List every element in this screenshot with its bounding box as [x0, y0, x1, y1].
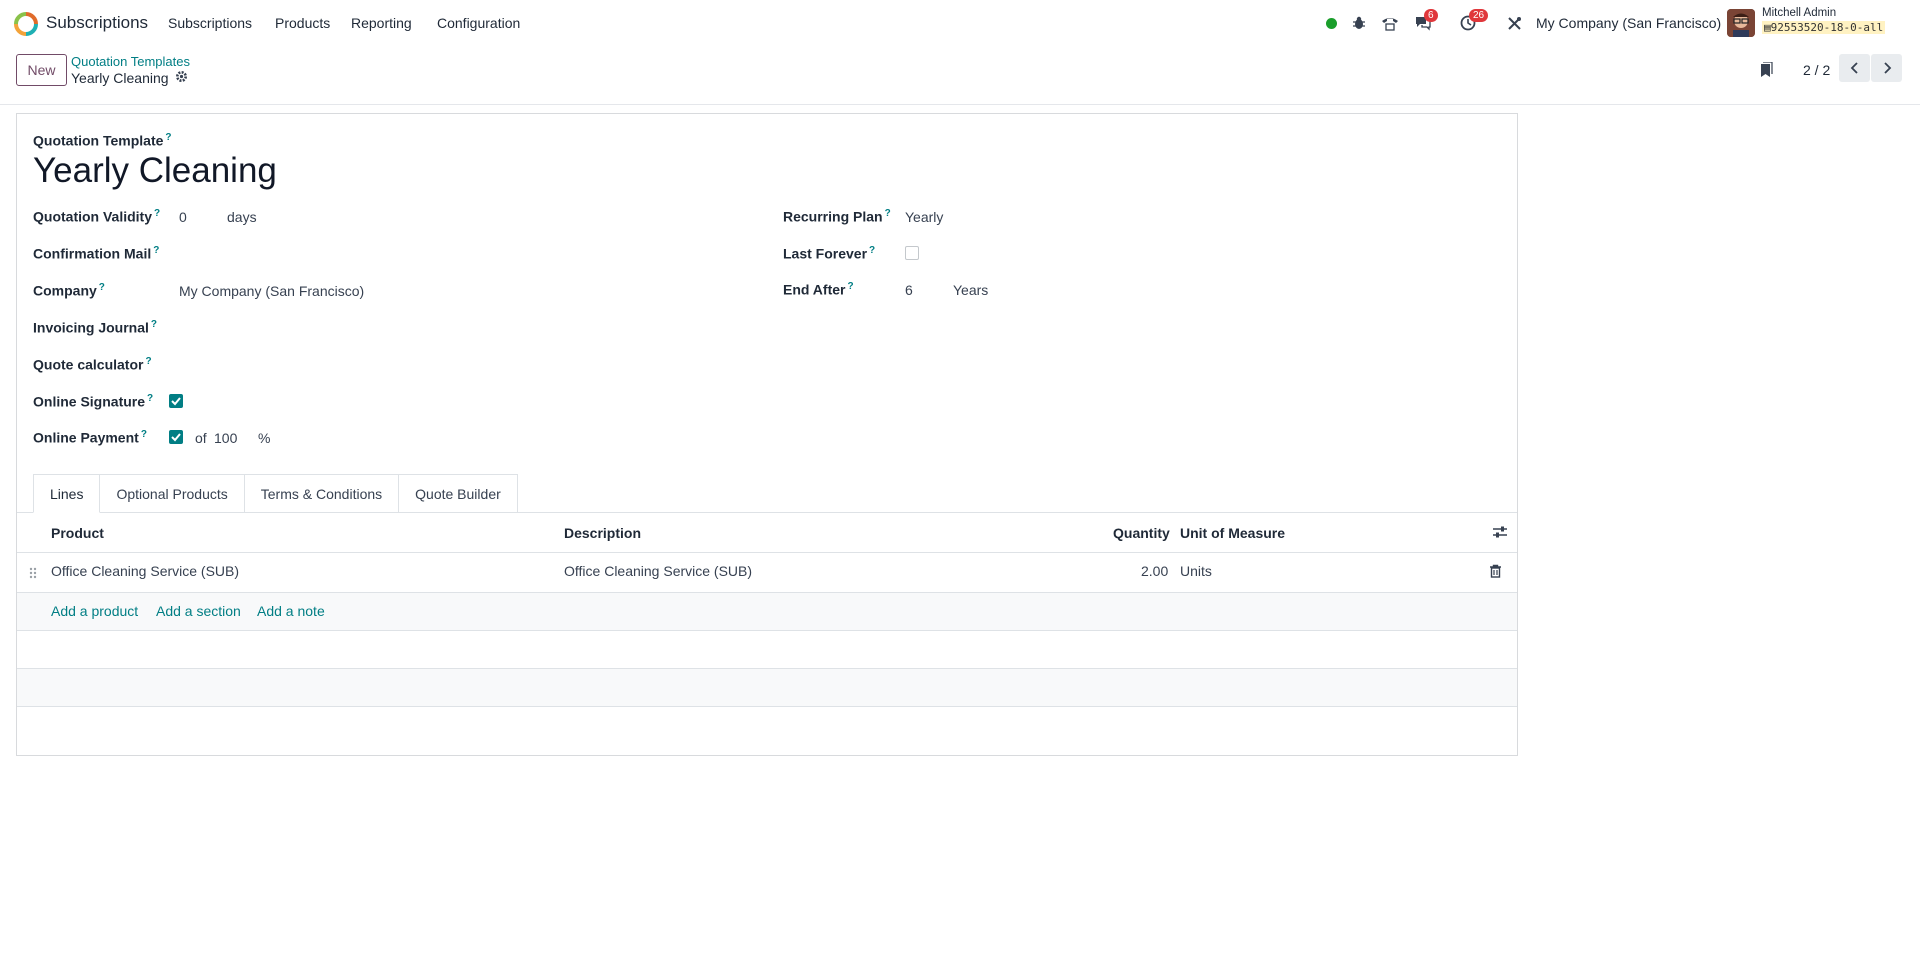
activity-badge: 26 — [1469, 9, 1489, 22]
add-line-row — [17, 593, 1517, 630]
record-name: Yearly Cleaning — [71, 70, 169, 86]
optional-columns-icon[interactable] — [1492, 525, 1508, 542]
app-name[interactable]: Subscriptions — [46, 13, 148, 33]
tab-terms-conditions[interactable]: Terms & Conditions — [244, 474, 400, 513]
quotation-validity-unit: days — [227, 209, 257, 225]
online-signature-label: Online Signature? — [33, 393, 154, 410]
quote-calculator-label: Quote calculator? — [33, 356, 152, 373]
menu-subscriptions[interactable]: Subscriptions — [168, 15, 252, 31]
add-section-link[interactable]: Add a section — [156, 603, 241, 619]
debug-bug-icon[interactable] — [1350, 14, 1368, 32]
tab-lines[interactable]: Lines — [33, 474, 101, 513]
activity-clock-icon[interactable]: 26 — [1458, 9, 1489, 32]
pager-next-button[interactable] — [1871, 54, 1902, 82]
header-divider — [17, 552, 1517, 553]
tools-icon[interactable] — [1505, 14, 1523, 32]
invoicing-journal-label: Invoicing Journal? — [33, 319, 158, 336]
add-note-link[interactable]: Add a note — [257, 603, 325, 619]
column-header-quantity[interactable]: Quantity — [1113, 525, 1170, 541]
delete-trash-icon[interactable] — [1489, 564, 1502, 581]
template-name-field[interactable]: Yearly Cleaning — [33, 151, 277, 191]
quotation-validity-label: Quotation Validity? — [33, 208, 161, 225]
end-after-label: End After? — [783, 281, 854, 298]
user-avatar[interactable] — [1727, 9, 1755, 37]
company-label: Company? — [33, 282, 105, 299]
online-payment-percent-input[interactable]: 100 — [214, 430, 237, 446]
quotation-validity-input[interactable]: 0 — [179, 209, 187, 225]
bookmark-icon[interactable] — [1758, 61, 1774, 81]
menu-products[interactable]: Products — [275, 15, 330, 31]
cell-description[interactable]: Office Cleaning Service (SUB) — [564, 563, 752, 579]
cell-unit-of-measure[interactable]: Units — [1180, 563, 1212, 579]
tab-quote-builder[interactable]: Quote Builder — [399, 474, 518, 513]
title-label: Quotation Template? — [33, 132, 172, 149]
empty-row — [17, 669, 1517, 706]
menu-configuration[interactable]: Configuration — [437, 15, 520, 31]
online-payment-label: Online Payment? — [33, 429, 147, 446]
last-forever-checkbox[interactable] — [905, 246, 919, 260]
online-payment-percent-unit: % — [258, 430, 271, 446]
column-header-description[interactable]: Description — [564, 525, 641, 541]
database-name: ▤92553520-18-0-all — [1762, 21, 1886, 34]
column-header-unit-of-measure[interactable]: Unit of Measure — [1180, 525, 1285, 541]
end-after-unit[interactable]: Years — [953, 282, 988, 298]
tab-optional-products[interactable]: Optional Products — [100, 474, 245, 513]
app-logo-icon[interactable] — [14, 12, 38, 36]
recurring-plan-field[interactable]: Yearly — [905, 209, 943, 225]
notebook-tabs: Lines Optional Products Terms & Conditio… — [33, 474, 518, 513]
online-status-icon — [1324, 14, 1338, 32]
company-field[interactable]: My Company (San Francisco) — [179, 283, 364, 299]
confirmation-mail-label: Confirmation Mail? — [33, 245, 160, 262]
end-after-input[interactable]: 6 — [905, 282, 913, 298]
column-header-product[interactable]: Product — [51, 525, 104, 541]
top-navbar: Subscriptions Subscriptions Products Rep… — [0, 0, 1920, 46]
drag-handle-icon[interactable] — [29, 566, 37, 582]
pager-previous-button[interactable] — [1839, 54, 1870, 82]
online-signature-checkbox[interactable] — [169, 394, 183, 408]
help-icon[interactable]: ? — [165, 132, 171, 143]
check-icon — [171, 397, 181, 406]
menu-reporting[interactable]: Reporting — [351, 15, 412, 31]
company-switcher[interactable]: My Company (San Francisco) — [1536, 15, 1721, 31]
user-name[interactable]: Mitchell Admin — [1762, 7, 1836, 19]
new-button[interactable]: New — [16, 54, 67, 86]
breadcrumb-current-record: Yearly Cleaning — [71, 70, 188, 86]
check-icon — [171, 433, 181, 442]
pager-value[interactable]: 2 / 2 — [1803, 62, 1830, 78]
last-forever-label: Last Forever? — [783, 245, 876, 262]
row-divider — [17, 706, 1517, 707]
breadcrumb-quotation-templates[interactable]: Quotation Templates — [71, 54, 190, 69]
chat-messages-icon[interactable]: 6 — [1413, 9, 1438, 32]
chevron-right-icon — [1883, 62, 1891, 74]
online-payment-checkbox[interactable] — [169, 430, 183, 444]
chevron-left-icon — [1850, 62, 1858, 74]
cell-product[interactable]: Office Cleaning Service (SUB) — [51, 563, 239, 579]
add-product-link[interactable]: Add a product — [51, 603, 138, 619]
cell-quantity[interactable]: 2.00 — [1141, 563, 1168, 579]
form-sheet: Quotation Template? Yearly Cleaning Quot… — [16, 113, 1518, 756]
online-payment-of: of — [195, 430, 207, 446]
recurring-plan-label: Recurring Plan? — [783, 208, 891, 225]
gear-icon[interactable] — [175, 70, 188, 86]
control-panel: New Quotation Templates Yearly Cleaning … — [0, 46, 1920, 105]
phone-icon[interactable] — [1380, 14, 1400, 32]
row-divider — [17, 630, 1517, 631]
chat-badge: 6 — [1424, 9, 1438, 22]
